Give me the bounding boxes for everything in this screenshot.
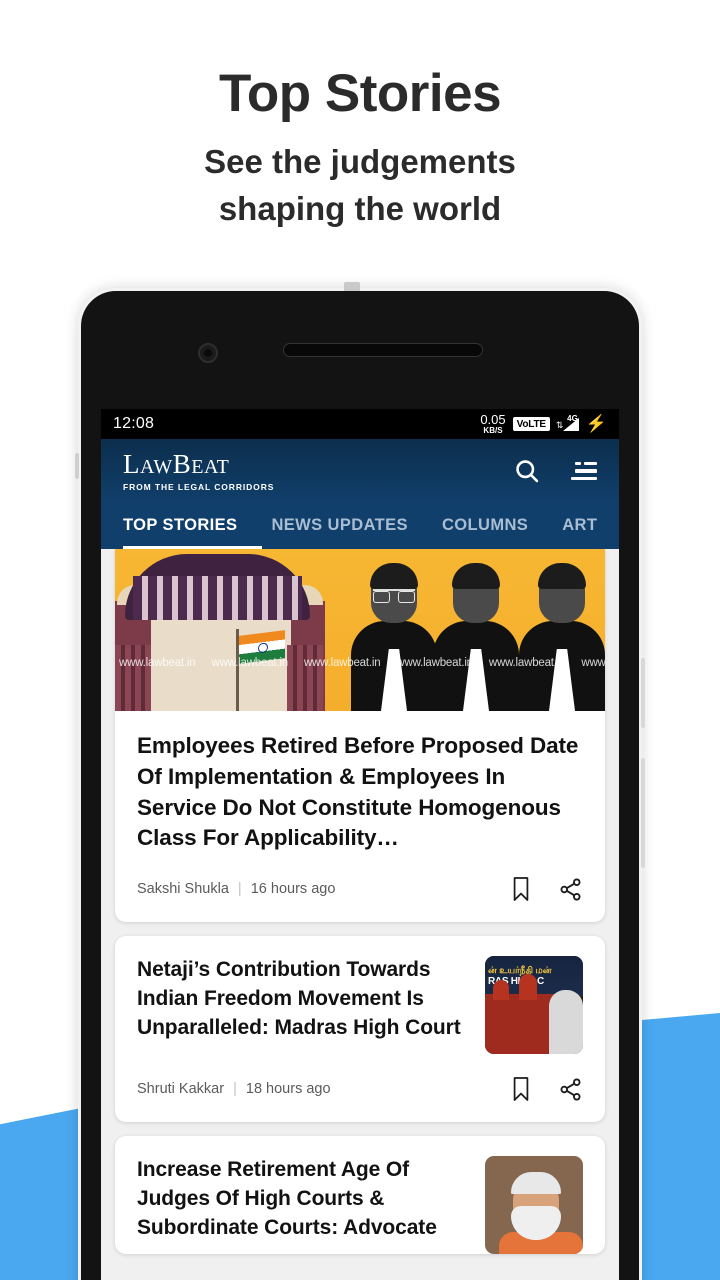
tab-top-stories[interactable]: TOP STORIES	[123, 516, 237, 537]
article-actions	[510, 1076, 583, 1102]
article-headline[interactable]: Increase Retirement Age Of Judges Of Hig…	[137, 1156, 469, 1254]
article-card-1[interactable]: www.lawbeat.in www.lawbeat.in www.lawbea…	[115, 549, 605, 923]
tab-columns[interactable]: COLUMNS	[442, 516, 528, 537]
thumbnail-building	[485, 974, 555, 1055]
promo-heading-block: Top Stories See the judgements shaping t…	[0, 0, 720, 233]
signal-bars	[562, 418, 579, 431]
article-byline: Shruti Kakkar | 18 hours ago	[137, 1081, 331, 1097]
judge-portrait-3	[519, 561, 605, 711]
promo-subtitle: See the judgements shaping the world	[0, 138, 720, 234]
search-icon[interactable]	[513, 457, 541, 485]
phone-power-button	[641, 758, 645, 868]
article-author: Shruti Kakkar	[137, 1081, 225, 1098]
article-actions	[510, 876, 583, 902]
judge-portrait-1	[351, 561, 437, 711]
charging-bolt-icon: ⚡	[585, 414, 607, 433]
phone-screen: 12:08 0.05 KB/S VoLTE ⇅ 4G ⚡ LAWBEAT FRO…	[101, 409, 619, 1280]
article-timestamp: 18 hours ago	[245, 1081, 331, 1098]
article-thumbnail[interactable]	[485, 1156, 583, 1255]
tab-bar[interactable]: TOP STORIES NEWS UPDATES COLUMNS ART	[101, 503, 619, 549]
hamburger-menu-icon[interactable]	[571, 461, 597, 481]
data-rate-indicator: 0.05 KB/S	[480, 413, 505, 435]
earpiece-speaker	[283, 343, 483, 357]
byline-separator: |	[237, 881, 242, 898]
promo-title: Top Stories	[218, 64, 502, 123]
article-card-2[interactable]: Netaji’s Contribution Towards Indian Fre…	[115, 936, 605, 1123]
hamburger-line-top	[575, 461, 597, 466]
phone-volume-button	[641, 658, 645, 728]
data-rate-unit: KB/S	[483, 426, 503, 435]
header-actions	[513, 457, 597, 485]
phone-body: 12:08 0.05 KB/S VoLTE ⇅ 4G ⚡ LAWBEAT FRO…	[81, 291, 639, 1280]
brand-name: LAWBEAT	[123, 448, 230, 479]
article-meta-row: Shruti Kakkar | 18 hours ago	[115, 1054, 605, 1122]
bookmark-icon[interactable]	[510, 1076, 532, 1102]
article-headline[interactable]: Netaji’s Contribution Towards Indian Fre…	[137, 956, 469, 1054]
article-card-body: Netaji’s Contribution Towards Indian Fre…	[115, 936, 605, 1055]
judge-portrait-2	[433, 561, 519, 711]
share-icon[interactable]	[558, 1077, 583, 1102]
supreme-court-dome	[125, 554, 310, 620]
promo-subtitle-line2: shaping the world	[218, 190, 502, 228]
volte-badge: VoLTE	[512, 417, 550, 431]
status-bar: 12:08 0.05 KB/S VoLTE ⇅ 4G ⚡	[101, 409, 619, 439]
share-icon[interactable]	[558, 877, 583, 902]
byline-separator: |	[233, 1081, 237, 1098]
thumbnail-sign-tamil: ன் உயர்நீதி மன்	[488, 965, 552, 976]
article-byline: Sakshi Shukla | 16 hours ago	[137, 881, 335, 897]
phone-mockup: 12:08 0.05 KB/S VoLTE ⇅ 4G ⚡ LAWBEAT FRO…	[75, 282, 645, 1280]
thumbnail-statue	[549, 990, 583, 1055]
phone-bezel-top	[101, 291, 619, 409]
article-card-body: Increase Retirement Age Of Judges Of Hig…	[115, 1136, 605, 1255]
status-icons-group: 0.05 KB/S VoLTE ⇅ 4G ⚡	[480, 413, 607, 435]
front-camera-icon	[198, 343, 218, 363]
bookmark-icon[interactable]	[510, 876, 532, 902]
app-header: LAWBEAT FROM THE LEGAL CORRIDORS	[101, 439, 619, 503]
status-clock: 12:08	[113, 415, 155, 432]
article-headline[interactable]: Employees Retired Before Proposed Date O…	[137, 731, 583, 854]
tab-news-updates[interactable]: NEWS UPDATES	[271, 516, 408, 537]
article-hero-image[interactable]: www.lawbeat.in www.lawbeat.in www.lawbea…	[115, 549, 605, 711]
data-rate-value: 0.05	[480, 412, 506, 427]
signal-icon: ⇅ 4G	[556, 414, 579, 432]
promo-subtitle-line1: See the judgements	[204, 142, 516, 180]
article-card-body: Employees Retired Before Proposed Date O…	[115, 711, 605, 854]
brand-tagline: FROM THE LEGAL CORRIDORS	[123, 481, 275, 492]
thumbnail-portrait-hair	[511, 1172, 561, 1195]
hamburger-line-middle	[575, 469, 597, 473]
image-watermark: www.lawbeat.in www.lawbeat.in www.lawbea…	[119, 657, 605, 669]
article-author: Sakshi Shukla	[137, 881, 229, 898]
phone-side-button-left	[75, 453, 79, 479]
article-timestamp: 16 hours ago	[250, 881, 336, 898]
article-feed[interactable]: www.lawbeat.in www.lawbeat.in www.lawbea…	[101, 549, 619, 1280]
article-meta-row: Sakshi Shukla | 16 hours ago	[115, 854, 605, 922]
article-thumbnail[interactable]: ன் உயர்நீதி மன் RAS HIGH C	[485, 956, 583, 1055]
hamburger-line-bottom	[571, 476, 597, 481]
tab-articles[interactable]: ART	[562, 516, 597, 537]
article-card-3[interactable]: Increase Retirement Age Of Judges Of Hig…	[115, 1136, 605, 1255]
app-brand[interactable]: LAWBEAT FROM THE LEGAL CORRIDORS	[123, 448, 275, 492]
